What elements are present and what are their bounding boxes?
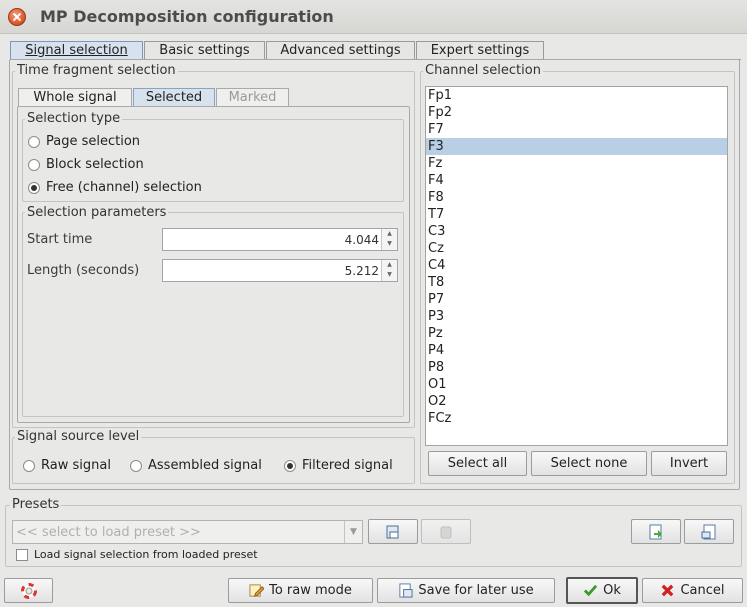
channel-item[interactable]: Cz [426,240,727,257]
preset-select[interactable]: << select to load preset >> ▼ [12,520,363,544]
channel-item[interactable]: O1 [426,376,727,393]
raw-signal-radio[interactable]: Raw signal [23,458,111,473]
spin-down-icon[interactable]: ▼ [382,270,397,280]
subtab-marked[interactable]: Marked [216,88,289,106]
channel-item[interactable]: F3 [426,138,727,155]
radio-icon [130,459,142,472]
channel-item[interactable]: P8 [426,359,727,376]
checkbox-icon [16,548,28,561]
tab-advanced-settings[interactable]: Advanced settings [266,41,415,60]
channel-item[interactable]: F8 [426,189,727,206]
radio-icon [23,459,35,472]
selection-type-title: Selection type [25,111,123,126]
length-value: 5.212 [344,264,379,278]
channel-item[interactable]: C3 [426,223,727,240]
spin-up-icon[interactable]: ▲ [382,229,397,239]
channel-item[interactable]: T7 [426,206,727,223]
checkmark-icon [583,584,598,597]
page-selection-radio[interactable]: Page selection [28,134,140,149]
load-preset-button[interactable] [368,519,418,544]
import-icon [649,524,662,539]
radio-icon [28,135,40,148]
ok-button[interactable]: Ok [566,577,638,604]
cancel-icon [662,584,674,597]
save-for-later-button[interactable]: Save for later use [377,578,555,603]
select-none-button[interactable]: Select none [531,451,647,476]
radio-checked-icon [284,459,296,472]
select-all-button[interactable]: Select all [428,451,527,476]
load-signal-selection-checkbox[interactable]: Load signal selection from loaded preset [16,548,258,561]
edit-icon [249,584,265,597]
channel-item[interactable]: P3 [426,308,727,325]
load-preset-icon [386,525,399,538]
channel-item[interactable]: Pz [426,325,727,342]
signal-source-title: Signal source level [15,429,142,444]
title-bar: MP Decomposition configuration [0,0,747,34]
save-icon [399,583,413,598]
chevron-down-icon: ▼ [344,521,362,543]
channel-item[interactable]: Fz [426,155,727,172]
presets-title: Presets [10,497,62,512]
subtab-selected[interactable]: Selected [133,88,215,106]
window-title: MP Decomposition configuration [40,7,334,26]
subtab-whole-signal[interactable]: Whole signal [18,88,132,106]
start-time-spinner[interactable]: 4.044 ▲ ▼ [162,228,398,251]
radio-icon [28,158,40,171]
filtered-signal-radio[interactable]: Filtered signal [284,458,393,473]
radio-checked-icon [28,181,40,194]
length-spinner[interactable]: 5.212 ▲ ▼ [162,259,398,282]
channel-item[interactable]: F7 [426,121,727,138]
invert-button[interactable]: Invert [651,451,727,476]
channel-item[interactable]: C4 [426,257,727,274]
channel-item[interactable]: Fp1 [426,87,727,104]
tab-basic-settings[interactable]: Basic settings [144,41,265,60]
channel-item[interactable]: P4 [426,342,727,359]
free-channel-selection-radio[interactable]: Free (channel) selection [28,180,202,195]
channel-item[interactable]: FCz [426,410,727,427]
import-preset-button[interactable] [631,519,681,544]
delete-preset-icon [440,526,452,538]
start-time-label: Start time [27,232,93,247]
channel-selection-title: Channel selection [423,63,543,78]
spin-up-icon[interactable]: ▲ [382,260,397,270]
channel-list[interactable]: Fp1 Fp2 F7 F3 Fz F4 F8 T7 C3 Cz C4 T8 P7 P3 Pz P4 P8 O1 O2… [425,86,728,446]
delete-preset-button[interactable] [421,519,471,544]
assembled-signal-radio[interactable]: Assembled signal [130,458,262,473]
block-selection-radio[interactable]: Block selection [28,157,144,172]
channel-item[interactable]: P7 [426,291,727,308]
length-label: Length (seconds) [27,263,140,278]
start-time-value: 4.044 [344,233,379,247]
export-icon [701,524,716,539]
tab-expert-settings[interactable]: Expert settings [416,41,544,60]
lifebuoy-icon [20,582,37,599]
help-button[interactable] [4,578,53,603]
channel-item[interactable]: Fp2 [426,104,727,121]
close-icon[interactable] [8,8,26,26]
to-raw-mode-button[interactable]: To raw mode [228,578,373,603]
spin-down-icon[interactable]: ▼ [382,239,397,249]
channel-item[interactable]: T8 [426,274,727,291]
tab-signal-selection[interactable]: Signal selection [10,41,143,60]
export-preset-button[interactable] [684,519,734,544]
time-fragment-title: Time fragment selection [15,63,178,78]
cancel-button[interactable]: Cancel [642,578,743,603]
selection-parameters-title: Selection parameters [25,205,169,220]
channel-item[interactable]: O2 [426,393,727,410]
channel-item[interactable]: F4 [426,172,727,189]
